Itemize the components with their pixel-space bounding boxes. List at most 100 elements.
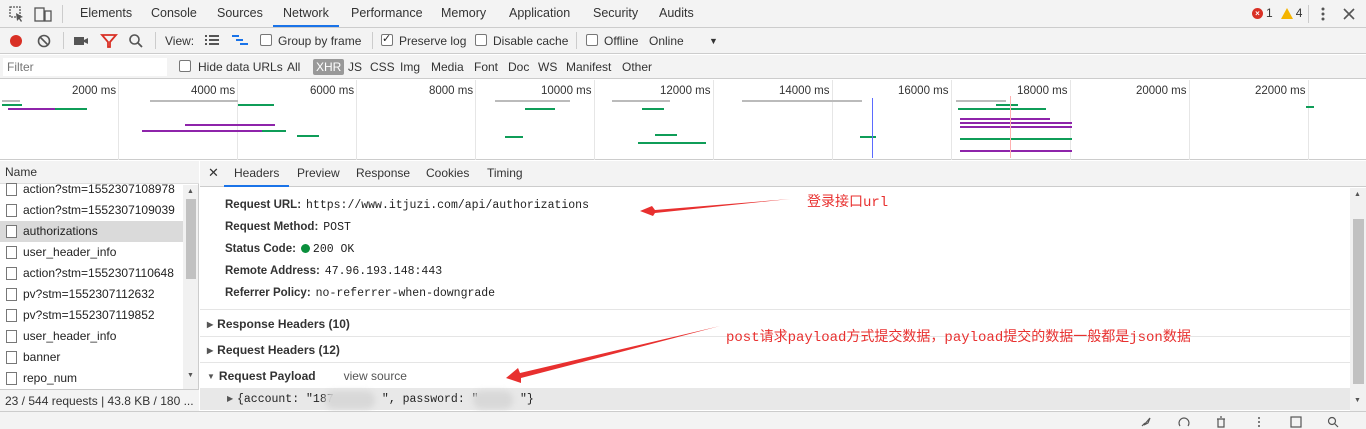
waterfall-bar: [142, 130, 262, 132]
tab-audits[interactable]: Audits: [649, 0, 704, 27]
request-method-row: Request Method: POST: [225, 221, 351, 234]
request-row[interactable]: action?stm=1552307109039: [0, 200, 183, 221]
console-issues-badge[interactable]: × 1 4: [1252, 6, 1302, 20]
timeline-gridline: [951, 80, 952, 160]
tab-timing[interactable]: Timing: [477, 161, 533, 187]
request-row[interactable]: repo_num: [0, 368, 183, 389]
detail-scroll-thumb[interactable]: [1353, 219, 1364, 384]
request-row[interactable]: pv?stm=1552307112632: [0, 284, 183, 305]
group-by-frame-label: Group by frame: [278, 34, 362, 48]
request-row[interactable]: banner: [0, 347, 183, 368]
tab-cookies[interactable]: Cookies: [416, 161, 479, 187]
hide-data-urls-checkbox[interactable]: [179, 60, 191, 72]
filter-type-media[interactable]: Media: [428, 59, 467, 75]
large-rows-icon[interactable]: [203, 32, 221, 50]
filter-input[interactable]: [3, 58, 167, 76]
remote-address-row: Remote Address: 47.96.193.148:443: [225, 265, 442, 278]
throttle-icon[interactable]: [1178, 416, 1190, 428]
request-headers-section[interactable]: ▶ Request Headers (12): [207, 343, 340, 357]
request-row[interactable]: action?stm=1552307108978: [0, 179, 183, 200]
search-icon[interactable]: [1327, 416, 1339, 428]
scroll-down-icon[interactable]: ▼: [187, 372, 194, 379]
waterfall-bar: [960, 122, 1072, 124]
view-source-link[interactable]: view source: [344, 369, 407, 383]
filter-type-xhr[interactable]: XHR: [313, 59, 345, 75]
request-row[interactable]: pv?stm=1552307119852: [0, 305, 183, 326]
request-row[interactable]: user_header_info: [0, 242, 183, 263]
timeline-gridline: [832, 80, 833, 160]
more-options-icon[interactable]: [1314, 5, 1332, 23]
filter-type-ws[interactable]: WS: [535, 59, 560, 75]
capture-screenshots-icon[interactable]: [72, 32, 90, 50]
rocket-icon[interactable]: [1140, 416, 1152, 428]
trash-icon[interactable]: [1215, 416, 1227, 428]
record-icon[interactable]: [7, 32, 25, 50]
expand-arrow-icon[interactable]: ▶: [227, 394, 233, 403]
tab-headers[interactable]: Headers: [224, 161, 290, 187]
tab-memory[interactable]: Memory: [431, 0, 496, 27]
throttling-select[interactable]: Online: [649, 34, 684, 48]
tab-sources[interactable]: Sources: [207, 0, 273, 27]
timeline-tick-label: 10000 ms: [541, 85, 592, 97]
tab-security[interactable]: Security: [583, 0, 648, 27]
request-row[interactable]: action?stm=1552307110648: [0, 263, 183, 284]
preserve-log-label: Preserve log: [399, 34, 467, 48]
request-row-selected[interactable]: authorizations: [0, 221, 183, 242]
filter-type-all[interactable]: All: [284, 59, 303, 75]
inspect-element-icon[interactable]: [8, 5, 26, 23]
request-list-scroll-thumb[interactable]: [186, 199, 196, 279]
offline-checkbox[interactable]: [586, 34, 598, 46]
file-icon: [6, 246, 17, 259]
waterfall-bar: [262, 130, 286, 132]
preserve-log-checkbox[interactable]: [381, 32, 393, 46]
detail-tabs: ✕ Headers Preview Response Cookies Timin…: [200, 161, 1366, 187]
waterfall-bar: [150, 100, 238, 102]
response-headers-section[interactable]: ▶ Response Headers (10): [207, 317, 350, 331]
tab-application[interactable]: Application: [499, 0, 580, 27]
scroll-up-icon[interactable]: ▲: [187, 188, 194, 195]
tab-console[interactable]: Console: [141, 0, 207, 27]
dock-icon[interactable]: [1290, 416, 1302, 428]
filter-type-css[interactable]: CSS: [367, 59, 398, 75]
device-toolbar-icon[interactable]: [34, 5, 52, 23]
offline-label: Offline: [604, 34, 639, 48]
disable-cache-checkbox[interactable]: [475, 34, 487, 46]
file-icon: [6, 309, 17, 322]
close-icon[interactable]: ✕: [208, 165, 219, 181]
waterfall-bar: [505, 136, 523, 138]
filter-type-other[interactable]: Other: [619, 59, 655, 75]
tab-network[interactable]: Network: [273, 0, 339, 27]
tab-response[interactable]: Response: [346, 161, 420, 187]
view-label: View:: [165, 34, 195, 48]
timeline-gridline: [118, 80, 119, 160]
request-payload-section[interactable]: ▼ Request Payload view source: [207, 369, 407, 383]
filter-icon[interactable]: [100, 32, 118, 50]
search-icon[interactable]: [127, 32, 145, 50]
toolbar-divider: [1308, 5, 1309, 23]
file-icon: [6, 183, 17, 196]
tab-elements[interactable]: Elements: [70, 0, 142, 27]
close-devtools-icon[interactable]: [1340, 5, 1358, 23]
tab-preview[interactable]: Preview: [287, 161, 350, 187]
scroll-down-icon[interactable]: ▼: [1354, 397, 1361, 404]
tab-performance[interactable]: Performance: [341, 0, 433, 27]
filter-type-manifest[interactable]: Manifest: [563, 59, 614, 75]
timeline-gridline: [1308, 80, 1309, 160]
group-by-frame-checkbox[interactable]: [260, 34, 272, 46]
request-name: action?stm=1552307108978: [23, 182, 175, 196]
request-list: Name action?stm=1552307108978 action?stm…: [0, 161, 199, 414]
clear-icon[interactable]: [35, 32, 53, 50]
more-options-icon[interactable]: [1253, 416, 1265, 428]
response-headers-title: Response Headers (10): [217, 317, 350, 331]
filter-type-font[interactable]: Font: [471, 59, 501, 75]
filter-type-js[interactable]: JS: [345, 59, 365, 75]
waterfall-overview-icon[interactable]: [231, 32, 249, 50]
collapse-arrow-icon: ▼: [207, 372, 215, 381]
filter-type-img[interactable]: Img: [397, 59, 423, 75]
scroll-up-icon[interactable]: ▲: [1354, 191, 1361, 198]
timeline-gridline: [1189, 80, 1190, 160]
request-row[interactable]: user_header_info: [0, 326, 183, 347]
filter-type-doc[interactable]: Doc: [505, 59, 532, 75]
timeline-overview[interactable]: 2000 ms 4000 ms 6000 ms 8000 ms 10000 ms…: [0, 80, 1366, 160]
chevron-down-icon[interactable]: ▼: [709, 36, 718, 46]
